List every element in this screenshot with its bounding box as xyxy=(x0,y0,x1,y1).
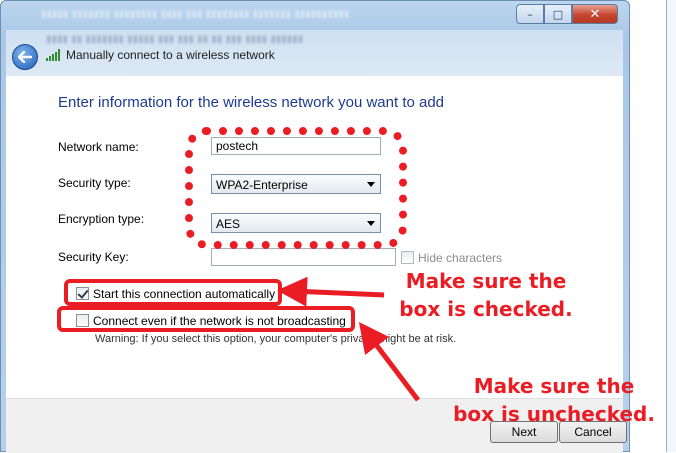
callout-unchecked: Make sure the box is unchecked. xyxy=(438,372,670,428)
security-type-label: Security type: xyxy=(58,176,131,190)
hide-characters-label: Hide characters xyxy=(418,251,503,265)
security-key-input[interactable] xyxy=(211,248,396,266)
encryption-type-label: Encryption type: xyxy=(58,212,145,226)
annotation-box-checked xyxy=(64,279,282,306)
callout-unchecked-line1: Make sure the xyxy=(473,374,635,398)
wireless-signal-icon xyxy=(46,49,60,61)
callout-checked-line1: Make sure the xyxy=(405,269,567,293)
callout-unchecked-line2: box is unchecked. xyxy=(453,402,655,426)
annotation-box-unchecked xyxy=(57,306,355,332)
back-arrow-icon xyxy=(18,51,32,63)
network-name-label: Network name: xyxy=(58,140,139,154)
titlebar-blurred-text: ▮▮▮▮▮ ▮▮▮▮▮▮▮ ▮▮▮▮▮▮▮▮ ▮▮▮▮ ▮▮▮ ▮▮▮▮▮▮▮▮… xyxy=(41,9,350,20)
annotation-dotted-highlight xyxy=(185,127,407,249)
header-blurred-text: ▮▮▮▮ ▮▮ ▮▮▮▮▮▮▮ ▮▮▮▮▮ ▮▮▮ ▮▮▮ ▮▮ ▮▮ ▮▮▮ … xyxy=(46,34,304,45)
back-button[interactable] xyxy=(12,44,38,70)
form-heading: Enter information for the wireless netwo… xyxy=(58,94,445,111)
minimize-button[interactable]: – xyxy=(516,4,544,24)
callout-checked: Make sure the box is checked. xyxy=(386,267,586,323)
dialog-title: Manually connect to a wireless network xyxy=(66,48,275,62)
privacy-warning-text: Warning: If you select this option, your… xyxy=(95,333,457,345)
callout-checked-line2: box is checked. xyxy=(399,297,573,321)
maximize-button[interactable]: □ xyxy=(544,4,572,24)
caption-buttons: – □ ✕ xyxy=(516,4,618,26)
close-button[interactable]: ✕ xyxy=(572,4,618,24)
header-band: ▮▮▮▮ ▮▮ ▮▮▮▮▮▮▮ ▮▮▮▮▮ ▮▮▮ ▮▮▮ ▮▮ ▮▮ ▮▮▮ … xyxy=(6,30,623,76)
security-key-label: Security Key: xyxy=(58,250,129,264)
hide-characters-checkbox[interactable] xyxy=(401,251,414,264)
